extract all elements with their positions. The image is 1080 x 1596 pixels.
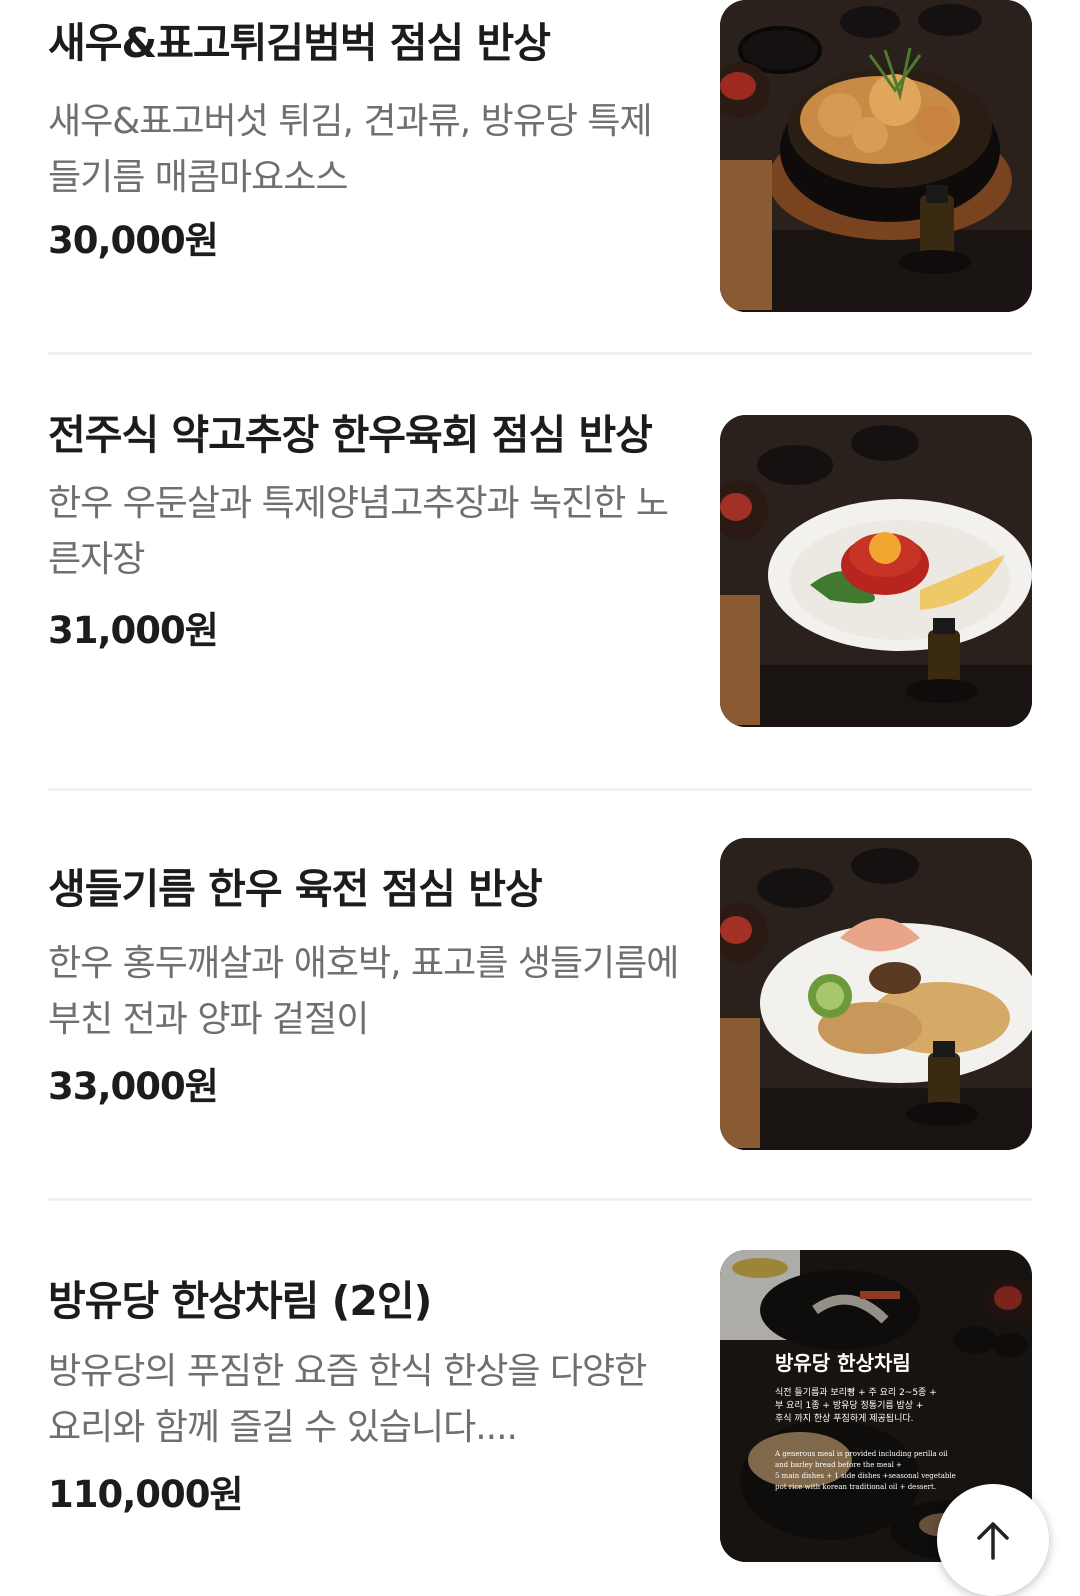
menu-item-image [720, 415, 1032, 727]
menu-item-description: 방유당의 푸짐한 요즘 한식 한상을 다양한 요리와 함께 즐길 수 있습니다.… [48, 1351, 647, 1448]
menu-item-name: 새우&표고튀김범벅 점심 반상 [48, 19, 551, 67]
divider [48, 352, 1032, 355]
menu-item-name: 방유당 한상차림 (2인) [48, 1277, 432, 1325]
divider [48, 1198, 1032, 1201]
menu-item-description: 새우&표고버섯 튀김, 견과류, 방유당 특제 들기름 매콤마요소스 [48, 101, 653, 198]
menu-item-info: 생들기름 한우 육전 점심 반상 한우 홍두깨살과 애호박, 표고를 생들기름에… [48, 858, 688, 1112]
arrow-up-icon [977, 1522, 1009, 1560]
menu-item-image [720, 0, 1032, 312]
menu-item-image [720, 838, 1032, 1150]
menu-item-description: 한우 우둔살과 특제양념고추장과 녹진한 노른자장 [48, 483, 669, 580]
menu-item-price: 30,000원 [48, 219, 219, 262]
menu-item[interactable]: 방유당 한상차림 (2인) 방유당의 푸짐한 요즘 한식 한상을 다양한 요리와… [48, 1250, 1032, 1562]
menu-item-name: 전주식 약고추장 한우육회 점심 반상 [48, 411, 653, 459]
svg-text:5 main dishes + 1 side dishes: 5 main dishes + 1 side dishes +seasonal … [775, 1472, 956, 1480]
menu-item-name: 생들기름 한우 육전 점심 반상 [48, 865, 543, 913]
menu-item[interactable]: 새우&표고튀김범벅 점심 반상 새우&표고버섯 튀김, 견과류, 방유당 특제 … [48, 0, 1032, 312]
menu-item-info: 전주식 약고추장 한우육회 점심 반상 한우 우둔살과 특제양념고추장과 녹진한… [48, 404, 688, 656]
divider [48, 788, 1032, 791]
svg-text:and barley bread before the me: and barley bread before the meal + [775, 1461, 902, 1469]
scroll-to-top-button[interactable] [937, 1484, 1049, 1596]
svg-text:pot rice with korean tradition: pot rice with korean traditional oil + d… [775, 1483, 936, 1491]
menu-item[interactable]: 전주식 약고추장 한우육회 점심 반상 한우 우둔살과 특제양념고추장과 녹진한… [48, 404, 1032, 727]
menu-item[interactable]: 생들기름 한우 육전 점심 반상 한우 홍두깨살과 애호박, 표고를 생들기름에… [48, 838, 1032, 1150]
menu-item-info: 새우&표고튀김범벅 점심 반상 새우&표고버섯 튀김, 견과류, 방유당 특제 … [48, 12, 688, 266]
svg-text:부 요리 1종 + 방유당 정통기름 밥상 +: 부 요리 1종 + 방유당 정통기름 밥상 + [775, 1400, 923, 1411]
image-overlay-title: 방유당 한상차림 [775, 1351, 911, 1375]
svg-text:후식 까지 한상 푸짐하게 제공됩니다.: 후식 까지 한상 푸짐하게 제공됩니다. [775, 1413, 914, 1424]
menu-item-description: 한우 홍두깨살과 애호박, 표고를 생들기름에 부친 전과 양파 겉절이 [48, 943, 679, 1040]
menu-item-info: 방유당 한상차림 (2인) 방유당의 푸짐한 요즘 한식 한상을 다양한 요리와… [48, 1270, 688, 1520]
menu-item-price: 31,000원 [48, 609, 219, 652]
menu-item-price: 110,000원 [48, 1473, 244, 1516]
svg-text:A generous meal is provided in: A generous meal is provided including pe… [774, 1450, 948, 1458]
menu-item-price: 33,000원 [48, 1065, 219, 1108]
svg-text:식전 들기름과 보리빵 + 주 요리 2~5종 +: 식전 들기름과 보리빵 + 주 요리 2~5종 + [775, 1387, 937, 1398]
